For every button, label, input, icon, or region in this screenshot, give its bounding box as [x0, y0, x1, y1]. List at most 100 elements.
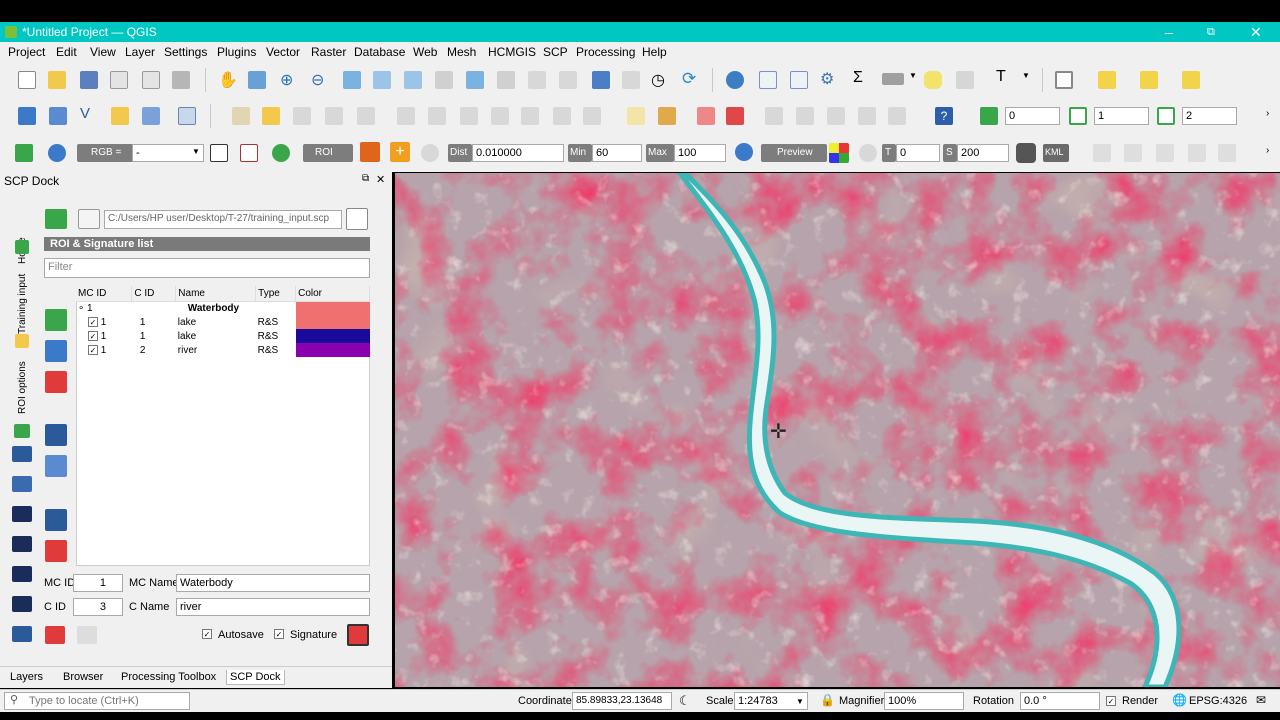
cumulative-stretch-icon[interactable]: [240, 144, 258, 162]
col-color[interactable]: Color: [295, 286, 370, 302]
zoom-next-icon[interactable]: [497, 71, 515, 89]
menu-vector[interactable]: Vector: [266, 45, 300, 59]
layer-labeling-icon[interactable]: [658, 107, 676, 125]
tab-layers[interactable]: Layers: [7, 670, 46, 684]
menu-web[interactable]: Web: [413, 45, 437, 59]
select-location-icon[interactable]: [1182, 71, 1200, 89]
signature-checkbox[interactable]: ✓: [274, 629, 284, 639]
show-bookmarks-icon[interactable]: [622, 71, 640, 89]
zoom-to-layer-icon[interactable]: [404, 71, 422, 89]
current-edits-icon[interactable]: [232, 107, 250, 125]
redo-roi-icon[interactable]: [421, 144, 439, 162]
help-icon[interactable]: ?: [935, 107, 953, 125]
roi-toggle-button[interactable]: ROI: [303, 144, 353, 162]
toolbar3-overflow-icon[interactable]: ›: [1266, 145, 1269, 156]
scp-tool-e-icon[interactable]: [1218, 144, 1236, 162]
preview-toggle-button[interactable]: Preview: [761, 144, 827, 162]
menu-project[interactable]: Project: [8, 45, 45, 59]
tool-tab-e-icon[interactable]: [12, 536, 32, 552]
tool-tab-f-icon[interactable]: [12, 566, 32, 582]
zoom-last-icon[interactable]: [466, 71, 484, 89]
identify-features-icon[interactable]: [726, 71, 744, 89]
measure-dropdown-icon[interactable]: ▼: [909, 71, 917, 80]
zoom-full-icon[interactable]: [343, 71, 361, 89]
layout-manager-icon[interactable]: [142, 71, 160, 89]
remove-training-file-icon[interactable]: [346, 208, 368, 230]
tab-scp-dock[interactable]: SCP Dock: [226, 670, 285, 685]
export-signatures-icon[interactable]: [45, 540, 67, 562]
change-label-icon[interactable]: [827, 107, 845, 125]
rotation-input[interactable]: 0.0 °: [1020, 692, 1100, 710]
deselect-features-icon[interactable]: [1140, 71, 1158, 89]
undo-roi-save-icon[interactable]: [45, 626, 65, 644]
pan-to-selection-icon[interactable]: [248, 71, 266, 89]
pan-map-icon[interactable]: ✋: [218, 70, 238, 90]
add-vector-icon[interactable]: V: [80, 105, 90, 122]
zoom-to-preview-icon[interactable]: [735, 143, 753, 161]
new-map-view-icon[interactable]: [528, 71, 546, 89]
scp-home-icon[interactable]: [15, 144, 33, 162]
signature-filter-input[interactable]: Filter: [44, 258, 370, 278]
open-training-file-icon[interactable]: [78, 209, 100, 229]
min-input[interactable]: 60: [592, 144, 642, 162]
menu-database[interactable]: Database: [354, 45, 405, 59]
col-mc-id[interactable]: MC ID: [76, 286, 133, 302]
add-mesh-icon[interactable]: [178, 107, 196, 125]
tool-tab-d-icon[interactable]: [12, 506, 32, 522]
calculate-signatures-icon[interactable]: [45, 340, 67, 362]
vertex-tool-icon[interactable]: [357, 107, 375, 125]
restore-button[interactable]: ⧉: [1207, 24, 1215, 40]
tool-tab-h-icon[interactable]: [12, 626, 32, 642]
rotate-label-icon[interactable]: [796, 107, 814, 125]
scp-tool-b-icon[interactable]: [1124, 144, 1142, 162]
zoom-to-selection-icon[interactable]: [373, 71, 391, 89]
move-diagram-icon[interactable]: [858, 107, 876, 125]
rgb-dropdown-icon[interactable]: ▼: [192, 147, 200, 156]
table-row[interactable]: ✓ 1 1 lake R&S: [76, 315, 370, 329]
zoom-in-icon[interactable]: ⊕: [280, 70, 293, 90]
mc-id-input[interactable]: 1: [73, 574, 123, 592]
max-input[interactable]: 100: [674, 144, 726, 162]
menu-help[interactable]: Help: [642, 45, 667, 59]
save-edits-icon[interactable]: [293, 107, 311, 125]
new-annotation-icon[interactable]: [956, 71, 974, 89]
s-input[interactable]: 200: [957, 144, 1009, 162]
toolbar-overflow-icon[interactable]: ›: [1266, 108, 1269, 119]
menu-mesh[interactable]: Mesh: [447, 45, 476, 59]
zoom-native-icon[interactable]: [435, 71, 453, 89]
row-color-swatch[interactable]: [295, 343, 370, 357]
new-print-layout-icon[interactable]: [110, 71, 128, 89]
menu-settings[interactable]: Settings: [164, 45, 207, 59]
add-layer-icon[interactable]: [49, 107, 67, 125]
minimize-button[interactable]: –: [1165, 24, 1173, 40]
manual-roi-icon[interactable]: [360, 142, 380, 162]
c-id-input[interactable]: 3: [73, 598, 123, 616]
table-row[interactable]: ✓ 1 2 river R&S: [76, 343, 370, 357]
select-features-icon[interactable]: [1055, 71, 1073, 89]
zoom-to-image-icon[interactable]: [48, 144, 66, 162]
refresh-icon[interactable]: ⟳: [682, 69, 696, 89]
zoom-to-temp-roi-icon[interactable]: [272, 144, 290, 162]
label-abc-icon[interactable]: [627, 107, 645, 125]
pin-labels-icon[interactable]: [697, 107, 715, 125]
mc-name-input[interactable]: Waterbody: [176, 574, 370, 592]
band-spin-1[interactable]: 1: [1094, 107, 1149, 125]
row-color-swatch[interactable]: [295, 315, 370, 329]
close-button[interactable]: ✕: [1250, 24, 1262, 40]
open-project-icon[interactable]: [48, 71, 66, 89]
save-project-icon[interactable]: [80, 71, 98, 89]
style-manager-icon[interactable]: [172, 71, 190, 89]
render-checkbox[interactable]: ✓: [1106, 696, 1116, 706]
coordinate-toggle-icon[interactable]: ☾: [679, 693, 691, 709]
band-spin-0[interactable]: 0: [1005, 107, 1060, 125]
tab-training-input[interactable]: Training input: [17, 264, 28, 334]
scale-dropdown-icon[interactable]: ▼: [796, 697, 804, 706]
tab-roi-options[interactable]: ROI options: [17, 354, 28, 414]
tool-tab-b-icon[interactable]: [12, 446, 32, 462]
create-training-file-icon[interactable]: [45, 209, 67, 229]
undo-icon[interactable]: [553, 107, 571, 125]
group-expand-icon[interactable]: ∘: [78, 303, 84, 314]
scp-tool-a-icon[interactable]: [1093, 144, 1111, 162]
menu-layer[interactable]: Layer: [125, 45, 155, 59]
col-c-id[interactable]: C ID: [131, 286, 177, 302]
